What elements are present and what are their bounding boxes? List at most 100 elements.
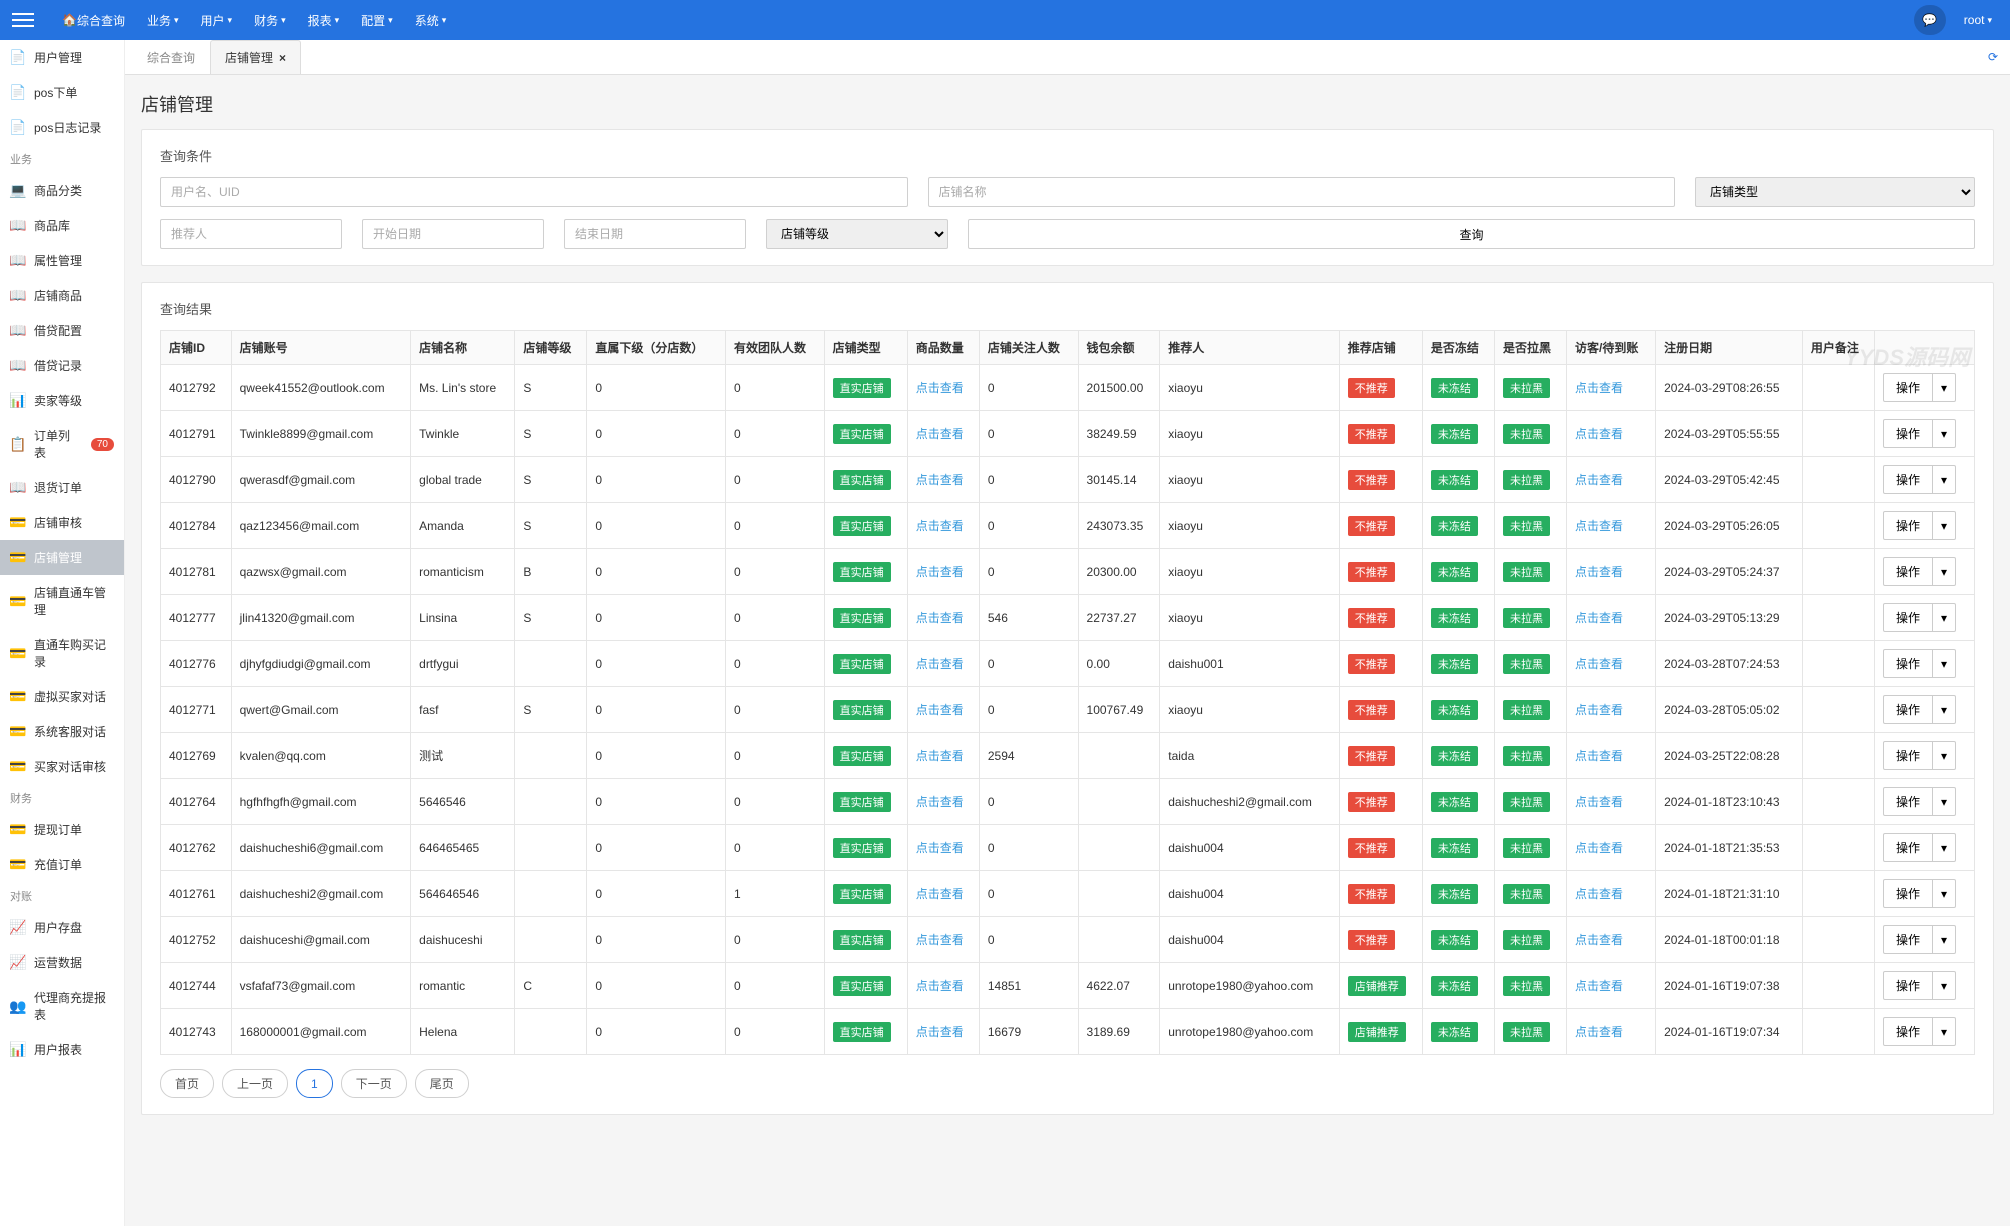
store-type-select[interactable]: 店铺类型 xyxy=(1695,177,1975,207)
sidebar-item[interactable]: 💳直通车购买记录 xyxy=(0,627,124,679)
goods-link[interactable]: 点击查看 xyxy=(916,381,964,395)
visitor-link[interactable]: 点击查看 xyxy=(1575,841,1623,855)
sidebar-item[interactable]: 📖借贷配置 xyxy=(0,313,124,348)
visitor-link[interactable]: 点击查看 xyxy=(1575,611,1623,625)
tab-store-mgmt[interactable]: 店铺管理× xyxy=(210,40,301,74)
sidebar-item[interactable]: 💳店铺审核 xyxy=(0,505,124,540)
chat-button[interactable]: 💬 xyxy=(1914,5,1946,35)
sidebar-item[interactable]: 📊卖家等级 xyxy=(0,383,124,418)
operate-dropdown[interactable]: ▾ xyxy=(1933,649,1956,678)
operate-button[interactable]: 操作 xyxy=(1883,465,1933,494)
operate-dropdown[interactable]: ▾ xyxy=(1933,465,1956,494)
goods-link[interactable]: 点击查看 xyxy=(916,841,964,855)
sidebar-item[interactable]: 📈用户存盘 xyxy=(0,910,124,945)
page-next[interactable]: 下一页 xyxy=(341,1069,407,1098)
sidebar-item[interactable]: 📖属性管理 xyxy=(0,243,124,278)
operate-button[interactable]: 操作 xyxy=(1883,603,1933,632)
close-icon[interactable]: × xyxy=(279,51,286,65)
operate-dropdown[interactable]: ▾ xyxy=(1933,557,1956,586)
page-first[interactable]: 首页 xyxy=(160,1069,214,1098)
visitor-link[interactable]: 点击查看 xyxy=(1575,657,1623,671)
sidebar-item[interactable]: 📖退货订单 xyxy=(0,470,124,505)
visitor-link[interactable]: 点击查看 xyxy=(1575,703,1623,717)
nav-report[interactable]: 报表▾ xyxy=(298,0,350,40)
menu-toggle-icon[interactable] xyxy=(12,13,34,27)
goods-link[interactable]: 点击查看 xyxy=(916,657,964,671)
operate-dropdown[interactable]: ▾ xyxy=(1933,925,1956,954)
sidebar-item[interactable]: 💳虚拟买家对话 xyxy=(0,679,124,714)
operate-dropdown[interactable]: ▾ xyxy=(1933,741,1956,770)
sidebar-item[interactable]: 📄用户管理 xyxy=(0,40,124,75)
operate-button[interactable]: 操作 xyxy=(1883,787,1933,816)
tab-overview[interactable]: 综合查询 xyxy=(133,41,210,74)
operate-button[interactable]: 操作 xyxy=(1883,419,1933,448)
visitor-link[interactable]: 点击查看 xyxy=(1575,749,1623,763)
operate-button[interactable]: 操作 xyxy=(1883,741,1933,770)
operate-button[interactable]: 操作 xyxy=(1883,925,1933,954)
goods-link[interactable]: 点击查看 xyxy=(916,611,964,625)
goods-link[interactable]: 点击查看 xyxy=(916,427,964,441)
sidebar-item[interactable]: 📖店铺商品 xyxy=(0,278,124,313)
user-input[interactable] xyxy=(160,177,908,207)
user-menu[interactable]: root▾ xyxy=(1958,13,1998,27)
operate-dropdown[interactable]: ▾ xyxy=(1933,419,1956,448)
page-prev[interactable]: 上一页 xyxy=(222,1069,288,1098)
nav-config[interactable]: 配置▾ xyxy=(351,0,403,40)
end-date-input[interactable] xyxy=(564,219,746,249)
operate-dropdown[interactable]: ▾ xyxy=(1933,833,1956,862)
sidebar-item[interactable]: 📈运营数据 xyxy=(0,945,124,980)
goods-link[interactable]: 点击查看 xyxy=(916,887,964,901)
goods-link[interactable]: 点击查看 xyxy=(916,473,964,487)
goods-link[interactable]: 点击查看 xyxy=(916,795,964,809)
operate-button[interactable]: 操作 xyxy=(1883,373,1933,402)
operate-button[interactable]: 操作 xyxy=(1883,971,1933,1000)
sidebar-item[interactable]: 📊用户报表 xyxy=(0,1032,124,1067)
operate-button[interactable]: 操作 xyxy=(1883,695,1933,724)
nav-home[interactable]: 🏠 综合查询 xyxy=(52,0,135,40)
visitor-link[interactable]: 点击查看 xyxy=(1575,473,1623,487)
goods-link[interactable]: 点击查看 xyxy=(916,703,964,717)
store-level-select[interactable]: 店铺等级 xyxy=(766,219,948,249)
operate-button[interactable]: 操作 xyxy=(1883,511,1933,540)
operate-dropdown[interactable]: ▾ xyxy=(1933,603,1956,632)
sidebar-item[interactable]: 💻商品分类 xyxy=(0,173,124,208)
goods-link[interactable]: 点击查看 xyxy=(916,749,964,763)
visitor-link[interactable]: 点击查看 xyxy=(1575,933,1623,947)
operate-button[interactable]: 操作 xyxy=(1883,879,1933,908)
sidebar-item[interactable]: 📖商品库 xyxy=(0,208,124,243)
visitor-link[interactable]: 点击查看 xyxy=(1575,427,1623,441)
operate-button[interactable]: 操作 xyxy=(1883,1017,1933,1046)
operate-dropdown[interactable]: ▾ xyxy=(1933,695,1956,724)
sidebar-item[interactable]: 💳充值订单 xyxy=(0,847,124,882)
nav-system[interactable]: 系统▾ xyxy=(405,0,457,40)
goods-link[interactable]: 点击查看 xyxy=(916,979,964,993)
sidebar-item[interactable]: 💳店铺管理 xyxy=(0,540,124,575)
nav-finance[interactable]: 财务▾ xyxy=(244,0,296,40)
operate-button[interactable]: 操作 xyxy=(1883,649,1933,678)
sidebar-item[interactable]: 💳买家对话审核 xyxy=(0,749,124,784)
operate-dropdown[interactable]: ▾ xyxy=(1933,373,1956,402)
store-name-input[interactable] xyxy=(928,177,1676,207)
goods-link[interactable]: 点击查看 xyxy=(916,933,964,947)
sidebar-item[interactable]: 💳提现订单 xyxy=(0,812,124,847)
sidebar-item[interactable]: 📋订单列表70 xyxy=(0,418,124,470)
referrer-input[interactable] xyxy=(160,219,342,249)
refresh-icon[interactable]: ⟳ xyxy=(1988,50,1998,64)
operate-dropdown[interactable]: ▾ xyxy=(1933,787,1956,816)
goods-link[interactable]: 点击查看 xyxy=(916,519,964,533)
visitor-link[interactable]: 点击查看 xyxy=(1575,1025,1623,1039)
operate-button[interactable]: 操作 xyxy=(1883,833,1933,862)
nav-user[interactable]: 用户▾ xyxy=(191,0,243,40)
visitor-link[interactable]: 点击查看 xyxy=(1575,519,1623,533)
sidebar-item[interactable]: 💳系统客服对话 xyxy=(0,714,124,749)
visitor-link[interactable]: 点击查看 xyxy=(1575,381,1623,395)
start-date-input[interactable] xyxy=(362,219,544,249)
page-last[interactable]: 尾页 xyxy=(415,1069,469,1098)
sidebar-item[interactable]: 📖借贷记录 xyxy=(0,348,124,383)
sidebar-item[interactable]: 💳店铺直通车管理 xyxy=(0,575,124,627)
sidebar-item[interactable]: 📄pos下单 xyxy=(0,75,124,110)
visitor-link[interactable]: 点击查看 xyxy=(1575,795,1623,809)
sidebar-item[interactable]: 👥代理商充提报表 xyxy=(0,980,124,1032)
sidebar-item[interactable]: 📄pos日志记录 xyxy=(0,110,124,145)
visitor-link[interactable]: 点击查看 xyxy=(1575,979,1623,993)
